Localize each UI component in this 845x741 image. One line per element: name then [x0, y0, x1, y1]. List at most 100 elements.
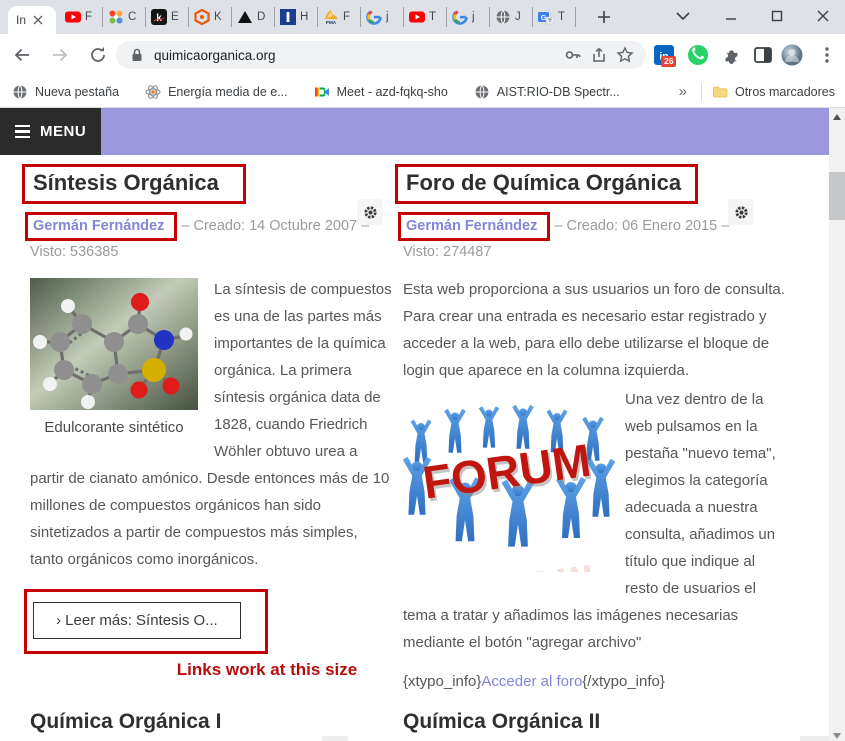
bookmark-meet[interactable]: Meet - azd-fqkq-sho — [314, 84, 448, 100]
globe-icon — [13, 84, 27, 99]
bookmarks-right: » Otros marcadores — [679, 82, 835, 101]
article-title-text[interactable]: Foro de Química Orgánica — [406, 170, 681, 195]
scroll-up-arrow-icon[interactable] — [833, 114, 841, 120]
active-tab[interactable]: In — [8, 6, 56, 34]
whatsapp-icon — [688, 45, 708, 65]
bookmark-star-icon[interactable] — [616, 46, 634, 64]
profile-chevron-button[interactable] — [668, 0, 698, 32]
side-panel-icon — [754, 47, 772, 63]
puzzle-icon — [725, 50, 738, 64]
article-foro-quimica: Foro de Química Orgánica Germán Fernánde… — [395, 164, 792, 695]
scrollbar-thumb[interactable] — [829, 172, 845, 220]
annotation-box-author: Germán Fernández — [398, 212, 551, 241]
three-dots-icon — [825, 47, 829, 63]
xtypo-suffix: {/xtypo_info} — [582, 673, 665, 690]
active-tab-title: In — [16, 13, 27, 27]
tab-blue-i[interactable]: H — [275, 7, 318, 27]
partial-element — [322, 736, 348, 741]
scroll-down-arrow-icon[interactable] — [833, 733, 841, 739]
plus-icon — [598, 11, 610, 23]
bookmarks-overflow-button[interactable]: » — [679, 83, 687, 100]
folder-icon — [713, 86, 728, 97]
xtypo-prefix: {xtypo_info} — [403, 673, 482, 690]
tab-phpmyadmin[interactable]: PMA F — [318, 7, 361, 27]
extensions-button[interactable] — [720, 44, 742, 66]
linkedin-extension-button[interactable]: in 26 — [653, 44, 677, 67]
whatsapp-extension-button[interactable] — [687, 44, 709, 66]
forward-arrow-icon — [53, 48, 68, 62]
orange-hexagon-icon — [194, 9, 210, 25]
tab-youtube-2[interactable]: T — [404, 7, 447, 27]
side-panel-button[interactable] — [752, 44, 774, 66]
tab-youtube[interactable]: F — [60, 7, 103, 27]
article-title: Foro de Química Orgánica — [395, 164, 792, 204]
article-byline: Germán Fernández – Creado: 14 Octubre 20… — [25, 212, 392, 264]
next-article-title-left[interactable]: Química Orgánica I — [30, 710, 221, 734]
saccharin-molecule-image[interactable] — [30, 278, 198, 410]
share-icon[interactable] — [590, 46, 608, 64]
view-count: Visto: 274487 — [403, 244, 492, 260]
page-viewport: MENU Síntesis Orgánica Germán Fernández … — [0, 108, 845, 741]
partial-element — [800, 736, 830, 741]
read-more-button[interactable]: › Leer más: Síntesis O... — [33, 602, 241, 639]
svg-text:k: k — [156, 13, 162, 24]
tab-black-triangle[interactable]: D — [232, 7, 275, 27]
view-count: Visto: 536385 — [30, 244, 119, 260]
new-tab-button[interactable] — [592, 5, 616, 29]
minimize-icon — [726, 18, 736, 20]
password-key-icon[interactable] — [564, 46, 582, 64]
back-button[interactable] — [10, 43, 34, 67]
author-link[interactable]: Germán Fernández — [33, 218, 164, 234]
forum-link[interactable]: Acceder al foro — [481, 673, 582, 690]
minimize-button[interactable] — [716, 0, 746, 32]
article-edit-gear-button[interactable] — [728, 199, 754, 225]
bookmarks-bar: Nueva pestaña Energía media de e... Meet… — [0, 76, 845, 108]
other-bookmarks-button[interactable]: Otros marcadores — [712, 84, 835, 100]
close-tab-icon[interactable] — [33, 15, 43, 25]
annotation-box-title: Foro de Química Orgánica — [395, 164, 699, 204]
tab-strip: In F C k E K D H PMA F j T j J G T — [0, 0, 845, 34]
bookmark-aist[interactable]: AIST:RIO-DB Spectr... — [474, 84, 620, 100]
molecule-figure: Edulcorante sintético — [30, 278, 198, 439]
reload-button[interactable] — [86, 43, 110, 67]
google-icon — [366, 9, 382, 25]
bookmark-energia[interactable]: Energía media de e... — [145, 84, 288, 100]
url-text[interactable]: quimicaorganica.org — [154, 48, 556, 63]
gear-icon — [363, 205, 377, 219]
article-edit-gear-button[interactable] — [357, 199, 383, 225]
article-title-text[interactable]: Síntesis Orgánica — [33, 170, 219, 195]
article-body: FORUM FORUM FORUM Una vez dentro de la w… — [402, 386, 792, 656]
close-window-button[interactable] — [808, 0, 838, 32]
forward-button[interactable] — [48, 43, 72, 67]
author-link[interactable]: Germán Fernández — [406, 218, 537, 234]
chevron-down-icon — [676, 12, 690, 20]
tab-google[interactable]: j — [361, 7, 404, 27]
forum-image[interactable]: FORUM FORUM FORUM — [402, 386, 616, 629]
tab-black-k[interactable]: k E — [146, 7, 189, 27]
article-body: Edulcorante sintético La síntesis de com… — [24, 276, 392, 654]
maximize-button[interactable] — [762, 0, 792, 32]
profile-avatar[interactable] — [781, 44, 803, 66]
page-scrollbar[interactable] — [829, 108, 845, 741]
forum-figure: FORUM FORUM FORUM — [402, 386, 616, 629]
tab-globe[interactable]: J — [490, 7, 533, 27]
joomla-icon — [109, 10, 123, 24]
maximize-icon — [771, 10, 783, 22]
menu-button[interactable]: MENU — [0, 108, 101, 155]
created-date: – Creado: 14 Octubre 2007 – — [181, 218, 370, 234]
divider — [700, 82, 702, 101]
tab-google-2[interactable]: j — [447, 7, 490, 27]
annotation-box-title: Síntesis Orgánica — [22, 164, 246, 204]
bookmark-nueva-pestana[interactable]: Nueva pestaña — [12, 84, 119, 100]
globe-icon — [475, 84, 489, 99]
address-bar[interactable]: quimicaorganica.org — [116, 41, 646, 69]
phpmyadmin-icon: PMA — [325, 10, 337, 25]
tab-orange-hexagon[interactable]: K — [189, 7, 232, 27]
tab-joomla[interactable]: C — [103, 7, 146, 27]
next-article-title-right[interactable]: Química Orgánica II — [403, 710, 600, 734]
reload-icon — [91, 47, 105, 62]
menu-kebab-button[interactable] — [816, 44, 838, 66]
tab-translate[interactable]: G T — [533, 7, 576, 27]
globe-icon — [496, 10, 510, 24]
notification-badge: 26 — [661, 56, 677, 67]
